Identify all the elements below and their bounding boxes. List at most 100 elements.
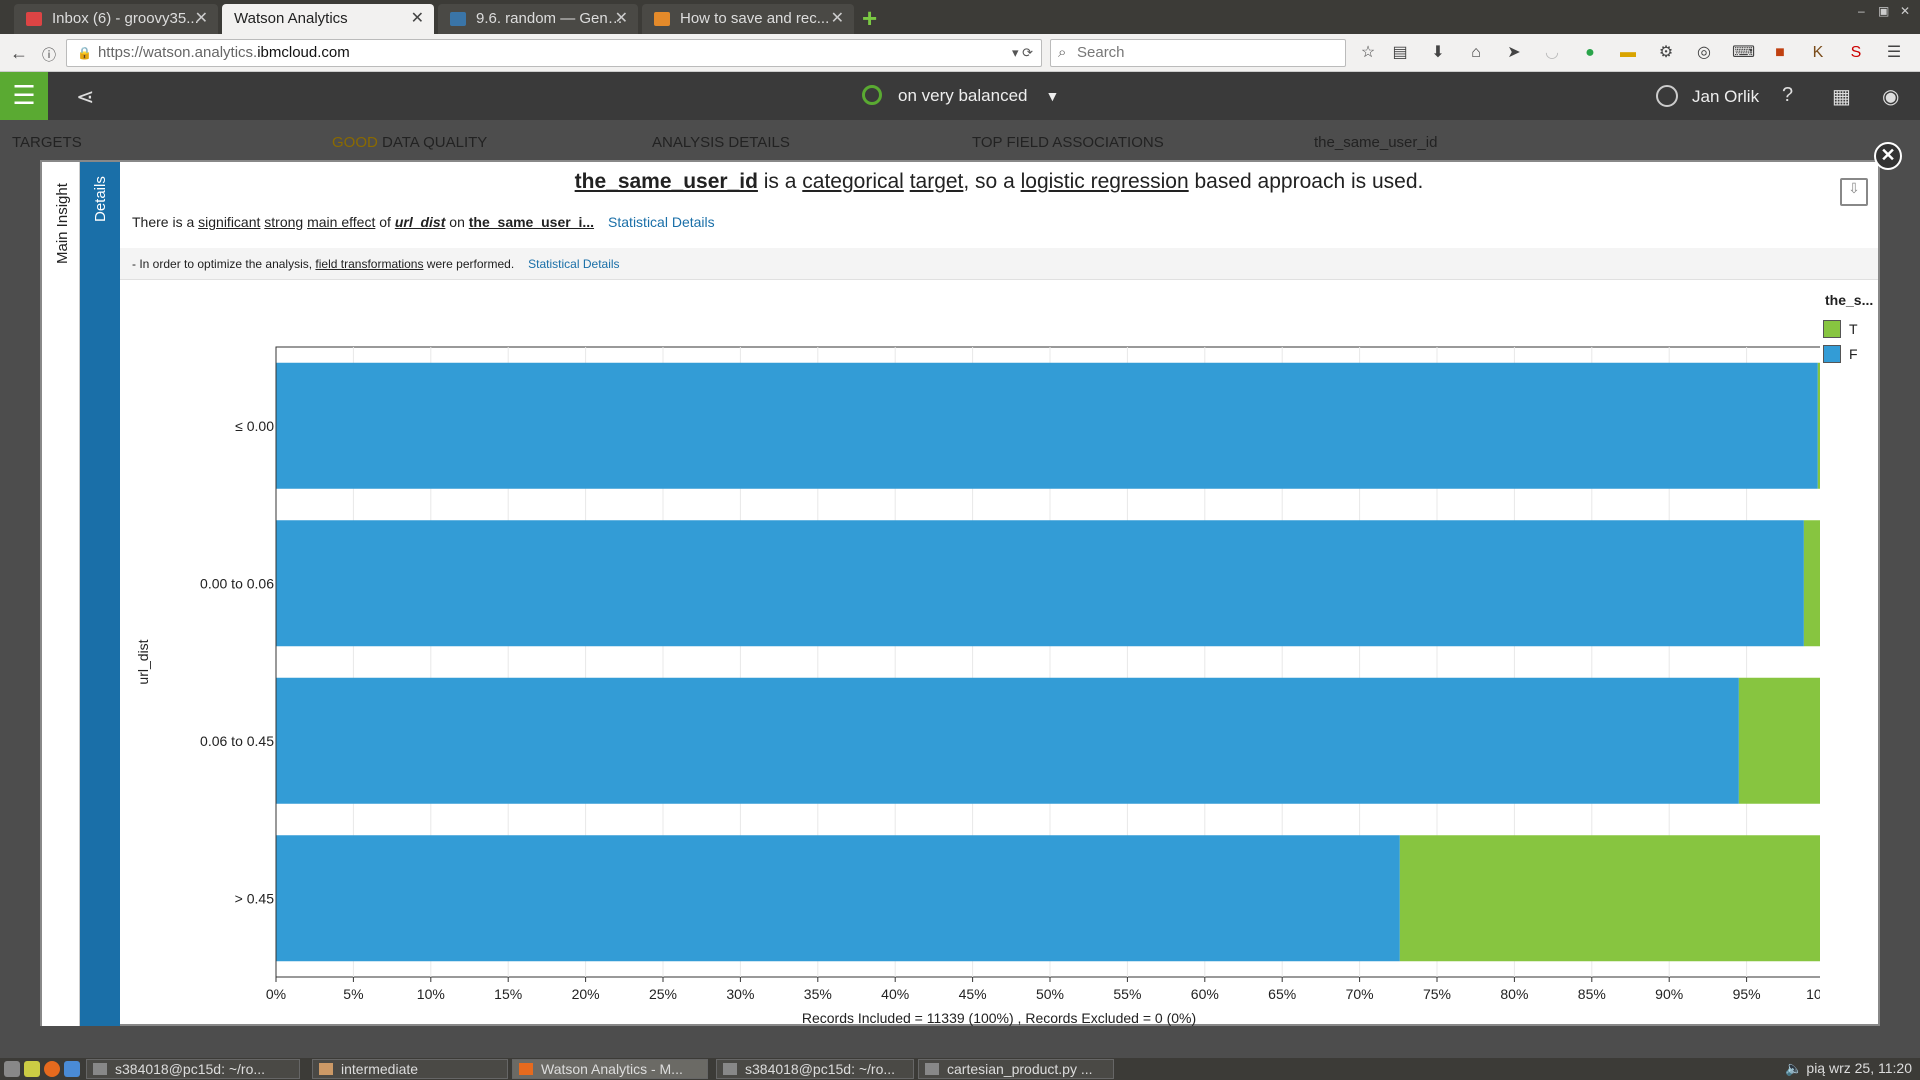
browser-tab-stackoverflow[interactable]: How to save and rec... ✕ bbox=[642, 4, 854, 34]
bar-t bbox=[1803, 520, 1820, 647]
help-icon[interactable]: ? bbox=[1782, 84, 1793, 107]
close-modal-button[interactable]: ✕ bbox=[1874, 142, 1902, 170]
term-main-effect[interactable]: main effect bbox=[307, 214, 375, 230]
y-axis-label: url_dist bbox=[135, 639, 151, 684]
close-window-icon[interactable]: ✕ bbox=[1900, 4, 1910, 18]
x-tick-label: 80% bbox=[1500, 986, 1528, 1002]
main-menu-button[interactable]: ☰ bbox=[0, 72, 48, 120]
extension-green-icon[interactable]: ● bbox=[1580, 43, 1600, 63]
firefox-icon[interactable] bbox=[44, 1061, 60, 1077]
back-icon[interactable]: ← bbox=[10, 43, 28, 64]
extension-s-icon[interactable]: S bbox=[1846, 43, 1866, 63]
close-tab-icon[interactable]: ✕ bbox=[615, 4, 628, 34]
browser-tab-inbox[interactable]: Inbox (6) - groovy35... ✕ bbox=[14, 4, 218, 34]
term-significant[interactable]: significant bbox=[198, 214, 260, 230]
export-icon[interactable]: ⇩ bbox=[1840, 178, 1868, 206]
bg-analysis-label: ANALYSIS DETAILS bbox=[652, 134, 790, 151]
new-tab-button[interactable]: + bbox=[862, 3, 877, 34]
show-desktop-icon[interactable] bbox=[4, 1061, 20, 1077]
close-tab-icon[interactable]: ✕ bbox=[831, 4, 844, 34]
field-transformations-link[interactable]: field transformations bbox=[315, 257, 423, 271]
extension-yellow-icon[interactable]: ▬ bbox=[1618, 43, 1638, 63]
x-tick-label: 5% bbox=[343, 986, 363, 1002]
tab-label: Watson Analytics bbox=[234, 10, 348, 27]
browser-tab-watson[interactable]: Watson Analytics ✕ bbox=[222, 4, 434, 34]
keyboard-icon[interactable]: ⌨ bbox=[1732, 43, 1755, 63]
tab-details[interactable]: Details bbox=[80, 162, 120, 1026]
task-terminal-2[interactable]: s384018@pc15d: ~/ro... bbox=[716, 1059, 914, 1079]
y-category-label: 0.00 to 0.06 bbox=[200, 575, 274, 591]
dashboard-icon[interactable]: ▦ bbox=[1832, 84, 1851, 109]
tab-label: 9.6. random — Gene... bbox=[476, 10, 626, 27]
download-icon[interactable]: ⬇ bbox=[1428, 43, 1448, 63]
task-terminal-1[interactable]: s384018@pc15d: ~/ro... bbox=[86, 1059, 300, 1079]
field-name[interactable]: url_dist bbox=[395, 214, 446, 230]
dataset-selector[interactable]: on very balanced ▼ bbox=[862, 85, 1059, 106]
x-tick-label: 45% bbox=[959, 986, 987, 1002]
browser-nav-bar: ← ⓘ 🔒 https://watson.analytics.ibmcloud.c… bbox=[0, 34, 1920, 72]
insight-details-modal: Main Insight Details the_same_user_id is… bbox=[40, 160, 1880, 1026]
user-menu[interactable]: Jan Orlik bbox=[1656, 85, 1759, 107]
share-icon[interactable]: ⋖ bbox=[76, 84, 94, 110]
search-input[interactable]: ⌕ Search bbox=[1050, 39, 1346, 67]
bar-f bbox=[276, 520, 1804, 647]
search-placeholder: Search bbox=[1077, 44, 1125, 61]
close-tab-icon[interactable]: ✕ bbox=[195, 4, 208, 34]
statistical-details-link[interactable]: Statistical Details bbox=[608, 214, 715, 230]
url-bar[interactable]: 🔒 https://watson.analytics.ibmcloud.com ▾… bbox=[66, 39, 1042, 67]
legend-swatch-t bbox=[1823, 320, 1841, 338]
url-prefix: https://watson.analytics. bbox=[97, 44, 258, 61]
task-editor[interactable]: cartesian_product.py ... bbox=[918, 1059, 1114, 1079]
home-icon[interactable]: ⌂ bbox=[1466, 43, 1486, 63]
reload-icon[interactable]: ▾ ⟳ bbox=[1012, 40, 1033, 66]
tab-label: Inbox (6) - groovy35... bbox=[52, 10, 199, 27]
python-icon bbox=[450, 12, 466, 26]
clock: pią wrz 25, 11:20 bbox=[1806, 1060, 1912, 1076]
app-header: ☰ ⋖ on very balanced ▼ Jan Orlik ? ▦ ◉ bbox=[0, 72, 1920, 120]
hamburger-menu-icon[interactable]: ☰ bbox=[1884, 43, 1904, 63]
x-tick-label: 15% bbox=[494, 986, 522, 1002]
task-intermediate[interactable]: intermediate bbox=[312, 1059, 508, 1079]
browser-tab-python[interactable]: 9.6. random — Gene... ✕ bbox=[438, 4, 638, 34]
dataset-icon bbox=[862, 85, 882, 105]
term-categorical[interactable]: categorical bbox=[802, 170, 904, 193]
legend-item-t[interactable]: T bbox=[1823, 316, 1873, 341]
bg-targets-label: TARGETS bbox=[12, 134, 82, 151]
info-icon[interactable]: ⓘ bbox=[42, 45, 56, 65]
x-tick-label: 95% bbox=[1733, 986, 1761, 1002]
apps-icon[interactable]: ◉ bbox=[1882, 84, 1899, 109]
send-icon[interactable]: ➤ bbox=[1504, 43, 1524, 63]
x-tick-label: 0% bbox=[266, 986, 286, 1002]
files-icon[interactable] bbox=[24, 1061, 40, 1077]
extension-network-icon[interactable]: ⚙ bbox=[1656, 43, 1676, 63]
volume-icon[interactable]: 🔈 bbox=[1785, 1060, 1806, 1076]
records-summary: Records Included = 11339 (100%) , Record… bbox=[801, 1010, 1197, 1026]
term-strong[interactable]: strong bbox=[264, 214, 303, 230]
transformation-note: - In order to optimize the analysis, fie… bbox=[120, 248, 1878, 280]
y-category-label: ≤ 0.00 bbox=[235, 418, 274, 434]
title-target[interactable]: the_same_user_id bbox=[575, 170, 758, 193]
term-logistic-regression[interactable]: logistic regression bbox=[1021, 170, 1189, 193]
stacked-bar-chart: 0% 5% 10% 15% 20% 25% 30% 35% 40% 45% 50% 55% 60% 65%… bbox=[135, 346, 1820, 1002]
chat-icon[interactable]: ◎ bbox=[1694, 43, 1714, 63]
extension-orange-icon[interactable]: ■ bbox=[1770, 43, 1790, 63]
minimize-icon[interactable]: – bbox=[1858, 4, 1865, 18]
target-name[interactable]: the_same_user_i... bbox=[469, 214, 594, 230]
legend-item-f[interactable]: F bbox=[1823, 341, 1873, 366]
close-tab-icon[interactable]: ✕ bbox=[411, 4, 424, 34]
reading-list-icon[interactable]: ▤ bbox=[1390, 43, 1410, 63]
statistical-details-link-2[interactable]: Statistical Details bbox=[528, 257, 619, 271]
bookmark-star-icon[interactable]: ☆ bbox=[1358, 43, 1378, 63]
terminal-launcher-icon[interactable] bbox=[64, 1061, 80, 1077]
stackoverflow-icon bbox=[654, 12, 670, 26]
term-target[interactable]: target bbox=[910, 170, 964, 193]
extension-k-icon[interactable]: K bbox=[1808, 43, 1828, 63]
task-watson[interactable]: Watson Analytics - M... bbox=[512, 1059, 708, 1079]
restore-icon[interactable]: ▣ bbox=[1878, 4, 1889, 18]
y-category-label: 0.06 to 0.45 bbox=[200, 733, 274, 749]
chart-legend: the_s... T F bbox=[1823, 292, 1873, 366]
pocket-icon[interactable]: ◡ bbox=[1542, 43, 1562, 63]
tab-main-insight[interactable]: Main Insight bbox=[42, 162, 80, 1026]
tab-main-insight-label: Main Insight bbox=[54, 183, 71, 264]
lock-icon: 🔒 bbox=[77, 46, 92, 60]
